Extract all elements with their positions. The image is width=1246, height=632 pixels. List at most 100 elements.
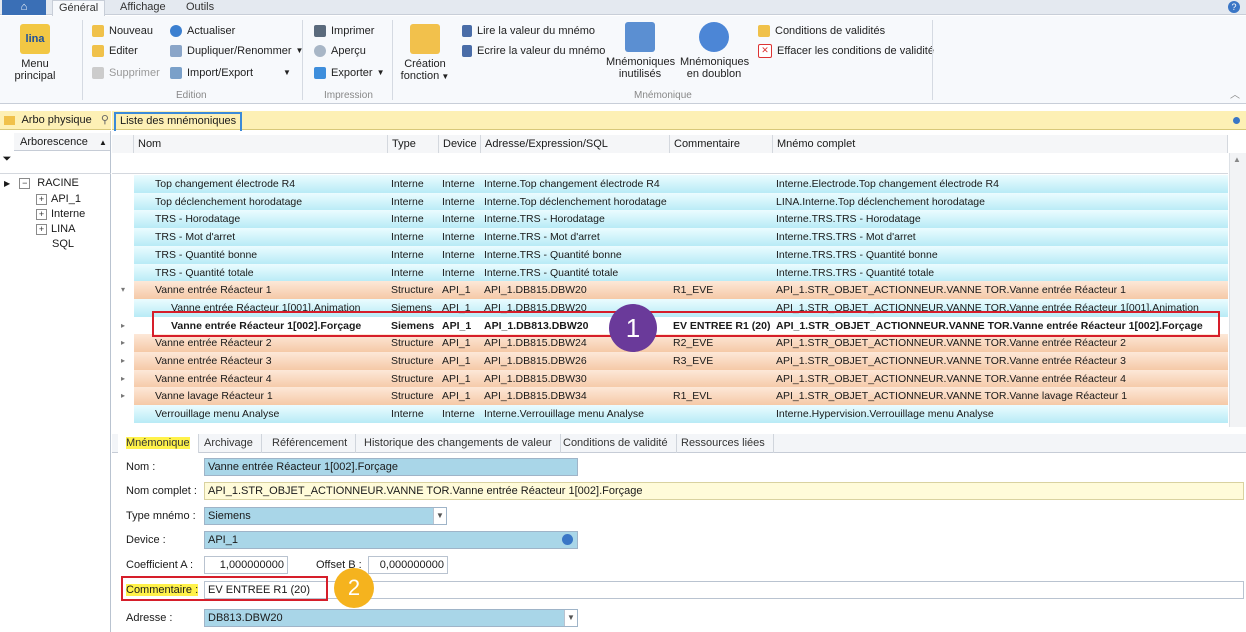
cell-device[interactable]: Interne (439, 264, 481, 282)
creation-fonction-button[interactable]: Création fonction ▼ (398, 24, 452, 83)
type-mnemo-select[interactable]: Siemens ▼ (204, 507, 447, 525)
cell-complet[interactable]: API_1.STR_OBJET_ACTIONNEUR.VANNE TOR.Van… (773, 370, 1228, 388)
col-type[interactable]: Type (388, 135, 439, 153)
cell-device[interactable]: Interne (439, 228, 481, 246)
cell-type[interactable]: Interne (388, 210, 439, 228)
nouveau-button[interactable]: Nouveau (92, 22, 153, 40)
expand-icon[interactable]: + (36, 223, 47, 235)
tab-affichage[interactable]: Affichage (114, 0, 172, 15)
actualiser-button[interactable]: Actualiser (170, 22, 235, 40)
cell-adresse[interactable]: API_1.DB815.DBW34 (481, 387, 670, 405)
cell-nom[interactable]: Vanne entrée Réacteur 3 (152, 352, 388, 370)
nom-complet-field[interactable]: API_1.STR_OBJET_ACTIONNEUR.VANNE TOR.Van… (204, 482, 1244, 500)
cell-nom[interactable]: Top changement électrode R4 (152, 175, 388, 193)
scroll-up-icon[interactable]: ▲ (1233, 155, 1241, 164)
table-row[interactable]: ▸ Vanne entrée Réacteur 3 Structure API_1 AP… (112, 352, 1228, 370)
cell-adresse[interactable]: Interne.TRS - Horodatage (481, 210, 670, 228)
row-indicator-icon[interactable] (112, 175, 135, 193)
effacer-conditions-button[interactable]: ✕ Effacer les conditions de validité (758, 42, 934, 60)
offset-b-field[interactable]: 0,000000000 (368, 556, 448, 574)
apercu-button[interactable]: Aperçu (314, 42, 366, 60)
cell-adresse[interactable]: Interne.TRS - Mot d'arret (481, 228, 670, 246)
cell-device[interactable]: Interne (439, 175, 481, 193)
cell-type[interactable]: Structure (388, 281, 439, 299)
cell-type[interactable]: Interne (388, 228, 439, 246)
row-indicator-icon[interactable] (112, 405, 135, 424)
expand-icon[interactable]: + (36, 193, 47, 205)
table-row[interactable]: ▸ Vanne lavage Réacteur 1 Structure API_1 AP… (112, 387, 1228, 406)
row-indicator-icon[interactable]: ▸ (112, 334, 135, 353)
cell-complet[interactable]: Interne.TRS.TRS - Quantité bonne (773, 246, 1228, 264)
cell-nom[interactable]: Top déclenchement horodatage (152, 193, 388, 211)
home-icon[interactable]: ⌂ (2, 0, 46, 15)
cell-commentaire[interactable] (670, 193, 773, 211)
cell-type[interactable]: Structure (388, 352, 439, 370)
lire-valeur-button[interactable]: Lire la valeur du mnémo (462, 22, 595, 40)
coefficient-a-field[interactable]: 1,000000000 (204, 556, 288, 574)
cell-complet[interactable]: API_1.STR_OBJET_ACTIONNEUR.VANNE TOR.Van… (773, 281, 1228, 299)
cell-commentaire[interactable]: R1_EVL (670, 387, 773, 405)
cell-commentaire[interactable] (670, 246, 773, 264)
cell-type[interactable]: Interne (388, 405, 439, 423)
table-row[interactable]: ▸ Vanne entrée Réacteur 4 Structure API_1 AP… (112, 369, 1228, 388)
cell-nom[interactable]: Vanne entrée Réacteur 1 (152, 281, 388, 299)
cell-commentaire[interactable]: R1_EVE (670, 281, 773, 299)
cell-complet[interactable]: Interne.TRS.TRS - Mot d'arret (773, 228, 1228, 246)
collapse-ribbon-icon[interactable]: ︿ (1230, 86, 1240, 101)
cell-type[interactable]: Structure (388, 370, 439, 388)
col-mnemo-complet[interactable]: Mnémo complet (773, 135, 1228, 153)
dupliquer-button[interactable]: Dupliquer/Renommer ▼ (170, 42, 303, 60)
cell-adresse[interactable]: API_1.DB815.DBW30 (481, 370, 670, 388)
cell-type[interactable]: Interne (388, 246, 439, 264)
collapse-icon[interactable]: − (19, 177, 31, 189)
ecrire-valeur-button[interactable]: Ecrire la valeur du mnémo (462, 42, 605, 60)
row-indicator-icon[interactable]: ▸ (112, 352, 135, 370)
cell-commentaire[interactable] (670, 210, 773, 228)
cell-nom[interactable]: Vanne lavage Réacteur 1 (152, 387, 388, 405)
row-indicator-icon[interactable]: ▸ (112, 387, 135, 406)
mnemoniques-inutilises-button[interactable]: Mnémoniques inutilisés (606, 22, 675, 80)
tab-mnemonique[interactable]: Mnémonique (118, 434, 199, 454)
adresse-select[interactable]: DB813.DBW20 ▼ (204, 609, 578, 627)
cell-nom[interactable]: TRS - Quantité bonne (152, 246, 388, 264)
tab-general[interactable]: Général (52, 0, 106, 17)
filter-icon[interactable]: ⏷ (0, 153, 14, 166)
pin-icon[interactable]: ⚲ (101, 114, 109, 126)
cell-device[interactable]: API_1 (439, 281, 481, 299)
cell-adresse[interactable]: Interne.Top déclenchement horodatage (481, 193, 670, 211)
cell-complet[interactable]: API_1.STR_OBJET_ACTIONNEUR.VANNE TOR.Van… (773, 352, 1228, 370)
table-row[interactable]: Verrouillage menu Analyse Interne Interne I… (112, 405, 1228, 424)
cell-commentaire[interactable] (670, 370, 773, 388)
cell-commentaire[interactable] (670, 228, 773, 246)
cell-type[interactable]: Interne (388, 264, 439, 282)
exporter-button[interactable]: Exporter ▼ (314, 64, 385, 82)
tab-archivage[interactable]: Archivage (196, 434, 262, 453)
cell-adresse[interactable]: Interne.TRS - Quantité totale (481, 264, 670, 282)
row-indicator-icon[interactable] (112, 228, 135, 247)
table-row[interactable]: Top changement électrode R4 Interne Intern… (112, 175, 1228, 193)
tab-referencement[interactable]: Référencement (264, 434, 357, 453)
col-nom[interactable]: Nom (134, 135, 388, 153)
col-device[interactable]: Device (439, 135, 481, 153)
table-row[interactable]: Top déclenchement horodatage Interne Inter… (112, 192, 1228, 211)
cell-nom[interactable]: TRS - Mot d'arret (152, 228, 388, 246)
filter-row[interactable] (112, 153, 1228, 174)
table-row[interactable]: TRS - Mot d'arret Interne Interne Interne.T… (112, 228, 1228, 247)
menu-principal-button[interactable]: lina Menu principal (2, 24, 68, 82)
row-indicator-icon[interactable]: ▸ (112, 316, 135, 335)
tree-item-api1[interactable]: + API_1 (36, 191, 81, 207)
cell-complet[interactable]: LINA.Interne.Top déclenchement horodatag… (773, 193, 1228, 211)
device-field[interactable]: API_1 (204, 531, 578, 549)
list-title[interactable]: Liste des mnémoniques (114, 112, 243, 133)
table-row[interactable]: TRS - Quantité totale Interne Interne Inter… (112, 263, 1228, 282)
cell-nom[interactable]: TRS - Horodatage (152, 210, 388, 228)
cell-type[interactable]: Structure (388, 387, 439, 405)
import-export-button[interactable]: Import/Export ▼ (170, 64, 291, 82)
cell-complet[interactable]: Interne.Hypervision.Verrouillage menu An… (773, 405, 1228, 423)
tree-item-sql[interactable]: SQL (52, 236, 74, 252)
conditions-validites-button[interactable]: Conditions de validités (758, 22, 885, 40)
col-adresse[interactable]: Adresse/Expression/SQL (481, 135, 670, 153)
col-commentaire[interactable]: Commentaire (670, 135, 773, 153)
cell-commentaire[interactable] (670, 175, 773, 193)
cell-type[interactable]: Interne (388, 193, 439, 211)
